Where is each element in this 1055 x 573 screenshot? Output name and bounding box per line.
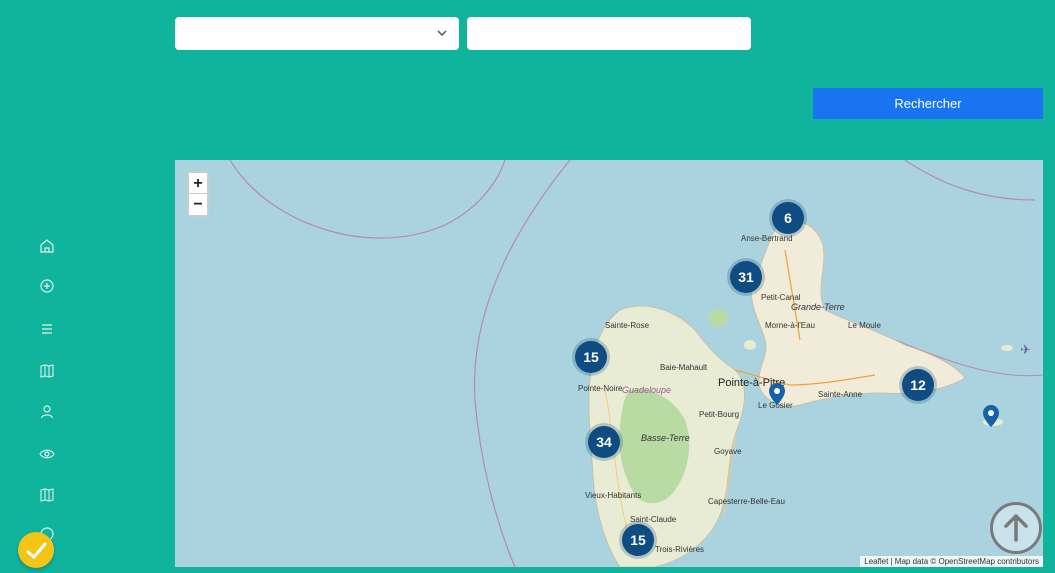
- place-label: Sainte-Rose: [605, 321, 650, 330]
- place-label: Guadeloupe: [622, 385, 672, 395]
- user-icon[interactable]: [39, 404, 55, 420]
- floating-action-button[interactable]: [18, 532, 54, 568]
- place-label: Morne-à-l'Eau: [765, 321, 815, 330]
- cluster-marker[interactable]: 34: [588, 426, 620, 458]
- checkmark-icon: [26, 542, 47, 560]
- add-circle-icon[interactable]: [39, 278, 55, 294]
- place-label: Saint-Claude: [630, 515, 677, 524]
- zoom-out-button[interactable]: −: [189, 194, 207, 215]
- cluster-marker[interactable]: 6: [772, 202, 804, 234]
- map-icon[interactable]: [39, 487, 55, 503]
- place-label: Anse-Bertrand: [741, 234, 793, 243]
- cluster-marker[interactable]: 12: [902, 369, 934, 401]
- map-background: [175, 160, 1043, 567]
- cluster-marker[interactable]: 31: [730, 261, 762, 293]
- place-label: Le Moule: [848, 321, 881, 330]
- zoom-in-button[interactable]: +: [189, 173, 207, 194]
- map-icon[interactable]: [39, 363, 55, 379]
- place-label: Vieux-Habitants: [585, 491, 642, 500]
- location-pin-icon[interactable]: [769, 383, 785, 405]
- place-label: Petit-Bourg: [699, 410, 740, 419]
- place-label: Grande-Terre: [791, 302, 845, 312]
- filter-select[interactable]: [175, 17, 459, 50]
- chevron-down-icon: [437, 30, 447, 37]
- home-icon[interactable]: [39, 238, 55, 254]
- place-label: Sainte-Anne: [818, 390, 863, 399]
- place-label: Baie-Mahault: [660, 363, 708, 372]
- scroll-to-top-button[interactable]: [990, 502, 1042, 554]
- search-input[interactable]: [467, 17, 751, 50]
- place-label: Basse-Terre: [641, 433, 690, 443]
- map[interactable]: Anse-Bertrand Petit-Canal Grande-Terre M…: [175, 160, 1043, 567]
- arrow-up-icon: [1004, 514, 1028, 542]
- cluster-marker[interactable]: 15: [575, 341, 607, 373]
- place-label: Petit-Canal: [761, 293, 801, 302]
- place-label: Pointe-Noire: [578, 384, 623, 393]
- place-label: Trois-Rivières: [655, 545, 705, 554]
- zoom-control: + −: [187, 171, 209, 217]
- airport-icon: ✈: [1020, 342, 1031, 357]
- eye-icon[interactable]: [39, 446, 55, 462]
- search-button[interactable]: Rechercher: [813, 88, 1043, 119]
- location-pin-icon[interactable]: [983, 405, 999, 427]
- cluster-marker[interactable]: 15: [622, 524, 654, 556]
- attribution-text: Leaflet | Map data © OpenStreetMap contr…: [864, 557, 1039, 566]
- place-label: Goyave: [714, 447, 742, 456]
- map-attribution[interactable]: Leaflet | Map data © OpenStreetMap contr…: [860, 556, 1043, 567]
- list-icon[interactable]: [39, 321, 55, 337]
- place-label: Capesterre-Belle-Eau: [708, 497, 785, 506]
